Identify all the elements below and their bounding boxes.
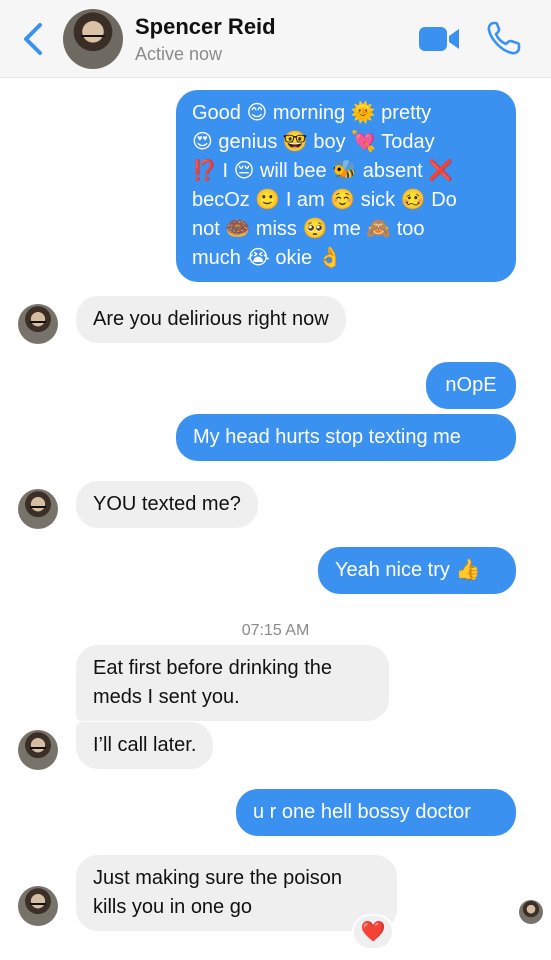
chat-header: Spencer Reid Active now bbox=[0, 0, 551, 78]
contact-avatar[interactable] bbox=[63, 9, 123, 69]
sent-message[interactable]: Yeah nice try 👍 bbox=[318, 547, 516, 594]
sent-message[interactable]: Good 😊 morning 🌞 pretty 😍 genius 🤓 boy 💘… bbox=[176, 90, 516, 282]
sent-message[interactable]: nOpE bbox=[426, 362, 516, 409]
message-line: much 😭 okie 👌 bbox=[192, 247, 343, 269]
message-line: ⁉️ I 😔 will bee 🐝 absent ❌ bbox=[192, 160, 454, 182]
message-line: not 🍩 miss 🥺 me 🙈 too bbox=[192, 218, 425, 240]
phone-icon[interactable] bbox=[486, 20, 522, 56]
message-line: 😍 genius 🤓 boy 💘 Today bbox=[192, 131, 435, 153]
contact-avatar[interactable] bbox=[18, 489, 58, 529]
contact-avatar[interactable] bbox=[18, 304, 58, 344]
message-line: Eat first before drinking the bbox=[93, 657, 333, 679]
received-message[interactable]: Just making sure the poison kills you in… bbox=[76, 855, 397, 931]
read-receipt-avatar bbox=[519, 900, 543, 924]
received-message[interactable]: I’ll call later. bbox=[76, 722, 214, 769]
message-line: becOz 🙂 I am ☺️ sick 🥴 Do bbox=[192, 189, 457, 211]
message-line: Just making sure the poison bbox=[93, 867, 343, 889]
message-line: Good 😊 morning 🌞 pretty bbox=[192, 102, 432, 124]
contact-name[interactable]: Spencer Reid bbox=[135, 14, 276, 40]
contact-status: Active now bbox=[135, 44, 223, 64]
sent-message[interactable]: u r one hell bossy doctor bbox=[236, 789, 516, 836]
received-message[interactable]: Eat first before drinking the meds I sen… bbox=[76, 645, 389, 721]
contact-avatar[interactable] bbox=[18, 730, 58, 770]
message-line: kills you in one go bbox=[93, 896, 252, 918]
heart-icon[interactable]: ❤️ bbox=[352, 914, 394, 950]
message-line: meds I sent you. bbox=[93, 686, 240, 708]
received-message[interactable]: YOU texted me? bbox=[76, 481, 258, 528]
contact-avatar[interactable] bbox=[18, 886, 58, 926]
message-timestamp: 07:15 AM bbox=[241, 622, 310, 639]
received-message[interactable]: Are you delirious right now bbox=[76, 296, 346, 343]
video-camera-icon[interactable] bbox=[418, 25, 460, 53]
chevron-left-icon[interactable] bbox=[18, 22, 48, 56]
sent-message[interactable]: My head hurts stop texting me bbox=[176, 414, 516, 461]
